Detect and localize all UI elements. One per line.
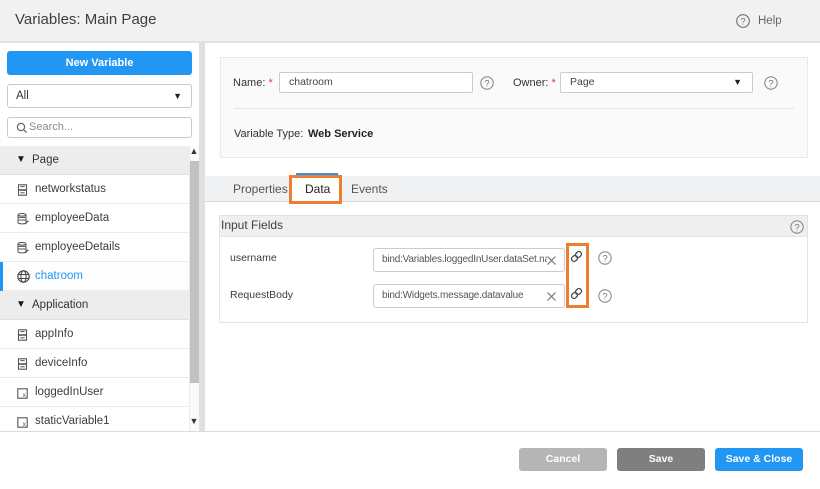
svg-text:?: ? xyxy=(768,78,773,89)
svg-text:?: ? xyxy=(484,78,489,89)
svg-text:?: ? xyxy=(602,291,607,302)
svg-text:?: ? xyxy=(602,253,607,264)
svg-text:?: ? xyxy=(740,16,745,27)
svg-text:?: ? xyxy=(794,222,799,233)
